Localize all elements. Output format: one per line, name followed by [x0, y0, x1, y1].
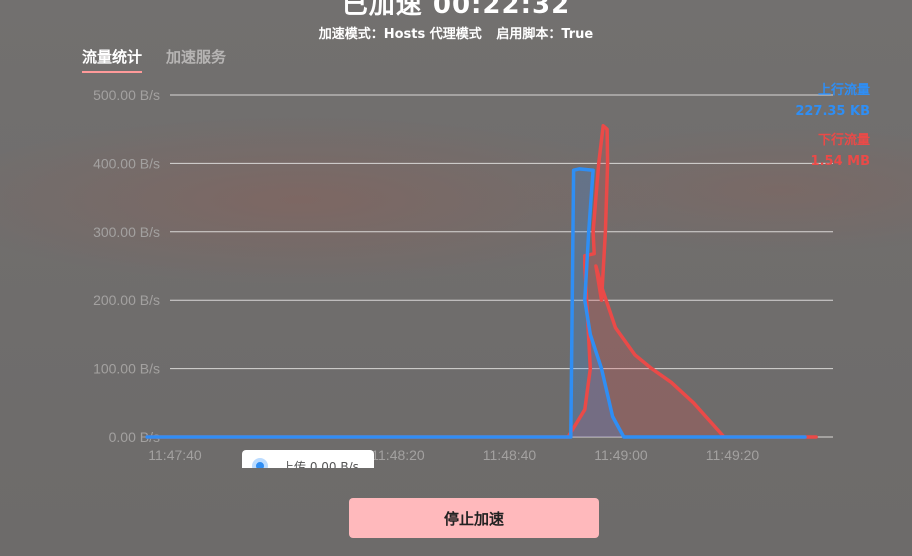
- x-tick-label: 11:48:20: [371, 447, 425, 463]
- x-tick-label: 11:47:40: [148, 447, 202, 463]
- legend-upload-label: 上行流量: [817, 83, 870, 98]
- upload-area: [147, 168, 806, 437]
- download-area: [147, 125, 817, 438]
- legend-download-value: 1.54 MB: [810, 154, 870, 169]
- legend-upload: 上行流量 227.35 KB: [795, 80, 870, 122]
- y-tick-label: 200.00 B/s: [93, 292, 160, 308]
- y-tick-label: 500.00 B/s: [93, 87, 160, 103]
- legend-download-label: 下行流量: [817, 133, 870, 148]
- x-tick-label: 11:49:00: [594, 447, 648, 463]
- y-tick-label: 400.00 B/s: [93, 155, 160, 171]
- traffic-chart: 0.00 B/s100.00 B/s200.00 B/s300.00 B/s40…: [93, 87, 833, 463]
- chart-tooltip: 上传 0.00 B/s: [242, 450, 374, 468]
- legend-download: 下行流量 1.54 MB: [811, 130, 870, 172]
- x-tick-label: 11:48:40: [483, 447, 537, 463]
- legend-upload-value: 227.35 KB: [795, 104, 870, 119]
- upload-series-dot-icon: [252, 458, 268, 468]
- y-tick-label: 300.00 B/s: [93, 224, 160, 240]
- download-series-line: [145, 124, 818, 439]
- upload-series-line: [145, 167, 807, 439]
- stop-acceleration-label: 停止加速: [443, 509, 504, 528]
- y-tick-label: 100.00 B/s: [93, 361, 160, 377]
- tooltip-text: 上传 0.00 B/s: [282, 460, 359, 468]
- stop-acceleration-button[interactable]: 停止加速: [349, 498, 599, 538]
- x-tick-label: 11:49:20: [706, 447, 760, 463]
